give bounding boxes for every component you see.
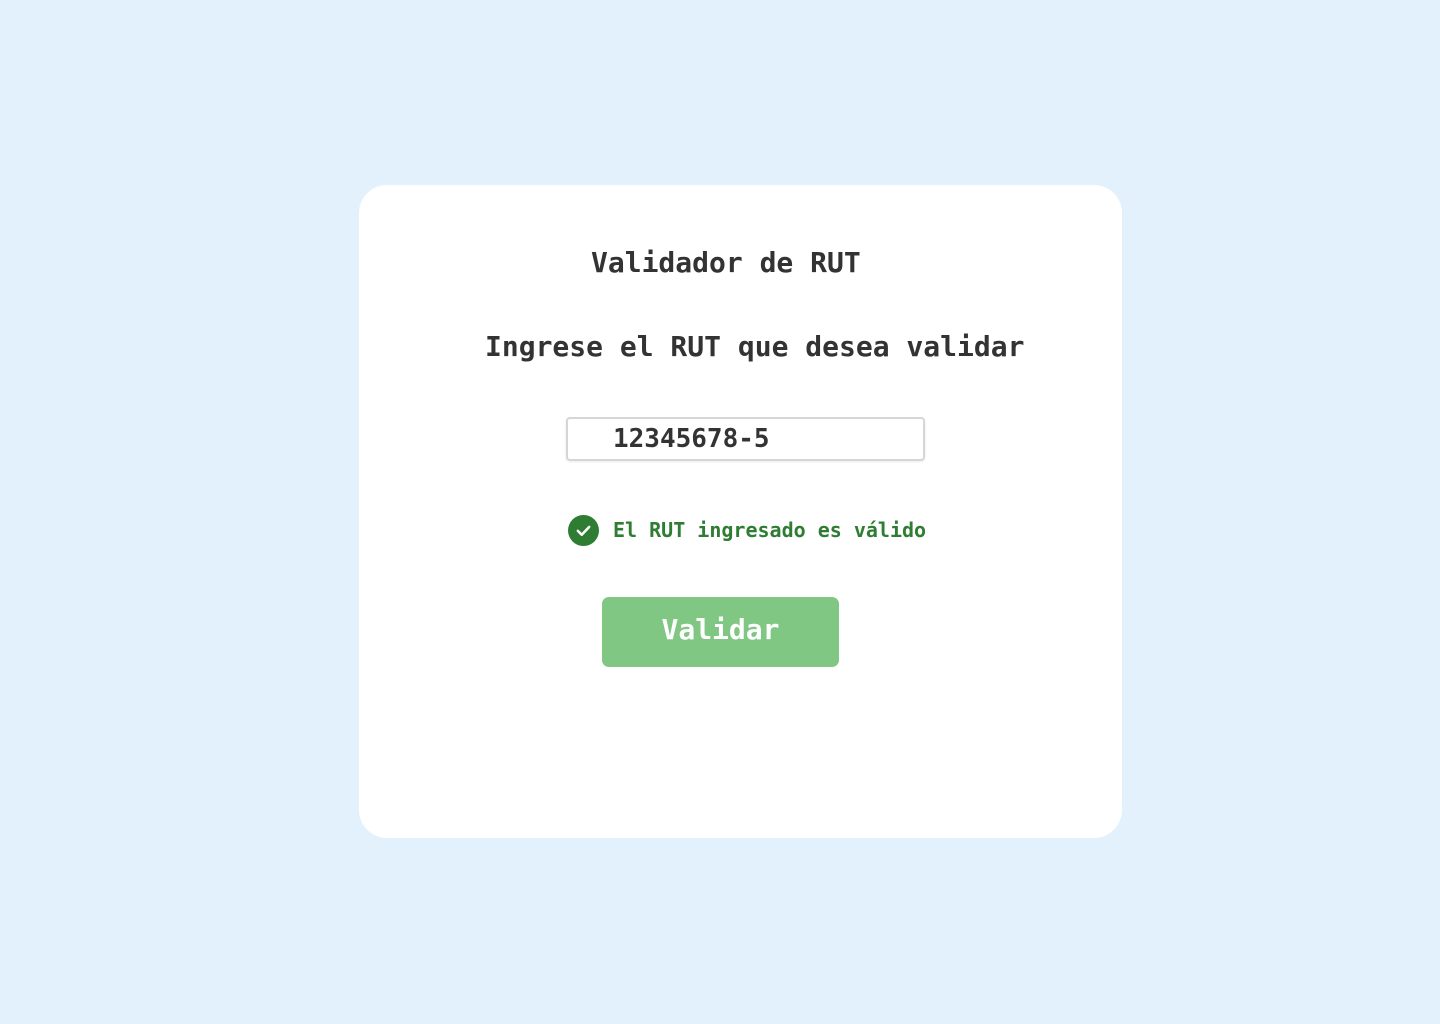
page-title: Validador de RUT — [591, 246, 861, 279]
validate-button[interactable]: Validar — [602, 597, 839, 667]
check-circle-icon — [568, 514, 599, 546]
instruction-label: Ingrese el RUT que desea validar — [485, 330, 1025, 363]
validation-status: El RUT ingresado es válido — [568, 514, 926, 546]
validation-message: El RUT ingresado es válido — [613, 518, 927, 542]
validator-card — [359, 185, 1122, 838]
rut-input[interactable] — [566, 417, 925, 461]
